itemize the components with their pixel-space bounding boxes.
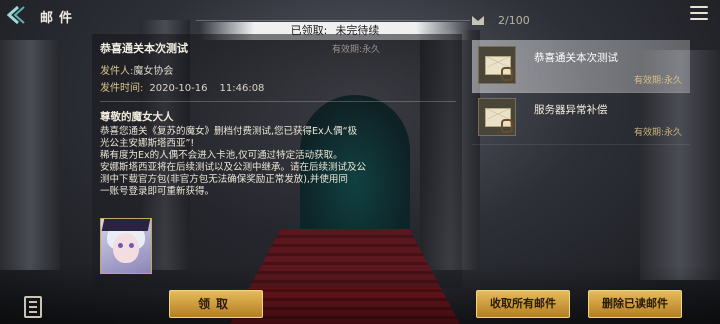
sender-label: 发件人: [100,66,134,77]
mail-with-attachment-icon [478,46,516,84]
envelope-icon [472,16,484,25]
notes-icon[interactable] [24,296,42,318]
mail-body-line: 测中下载官方包(非官方包无法确保奖励正常发放),并使用同 [100,174,348,185]
mail-detail-panel: 恭喜通关本次测试 有效期:永久 发件人:魔女协会 发件时间: 2020-10-16… [92,34,462,288]
menu-icon[interactable] [690,6,708,22]
mail-with-attachment-icon [478,98,516,136]
send-time-label: 发件时间: [100,83,144,94]
mail-greeting: 尊敬的魔女大人 [100,111,174,123]
send-time: 11:46:08 [219,83,265,94]
claim-button[interactable]: 领取 [169,290,263,318]
mail-list: 恭喜通关本次测试 有效期:永久 服务器异常补偿 有效期:永久 [472,34,720,288]
claim-all-button[interactable]: 收取所有邮件 [476,290,570,318]
mail-body-line: 一账号登录即可重新获得。 [100,186,215,197]
attachment-character-icon[interactable] [100,218,152,274]
sender-name: 魔女协会 [133,66,174,77]
back-arrow-icon[interactable] [4,4,28,26]
page-title: 邮件 [40,11,79,26]
mail-counter-text: 2/100 [498,14,530,27]
detail-divider [100,101,456,102]
sender-row: 发件人:魔女协会 [100,62,173,77]
mail-body-line: 恭喜您通关《复苏的魔女》删档付费测试,您已获得Ex人偶“极 [100,126,358,137]
mail-validity: 有效期:永久 [331,45,380,55]
mail-counter: 2/100 [472,14,530,27]
mail-item-title: 服务器异常补偿 [534,104,608,116]
mail-item-validity: 有效期:永久 [633,76,682,86]
mail-item-title: 恭喜通关本次测试 [534,52,618,64]
mail-body-line: 安娜斯塔西亚将在后续测试以及公测中继承。请在后续测试及公 [100,162,367,173]
mail-item-validity: 有效期:永久 [633,128,682,138]
mail-body-line: 稀有度为Ex的人偶不会进入卡池,仅可通过特定活动获取。 [100,150,343,161]
mail-list-item[interactable]: 服务器异常补偿 有效期:永久 [472,92,690,145]
mail-body: 恭喜您通关《复苏的魔女》删档付费测试,您已获得Ex人偶“极 光公主安娜斯塔西亚”… [100,126,384,198]
delete-read-button[interactable]: 删除已读邮件 [588,290,682,318]
mail-subject: 恭喜通关本次测试 [100,42,188,55]
mail-list-item[interactable]: 恭喜通关本次测试 有效期:永久 [472,40,690,93]
header-divider [196,20,470,21]
send-time-row: 发件时间: 2020-10-16 11:46:08 [100,79,264,94]
send-date: 2020-10-16 [149,83,208,94]
mail-body-line: 光公主安娜斯塔西亚”! [100,138,195,149]
